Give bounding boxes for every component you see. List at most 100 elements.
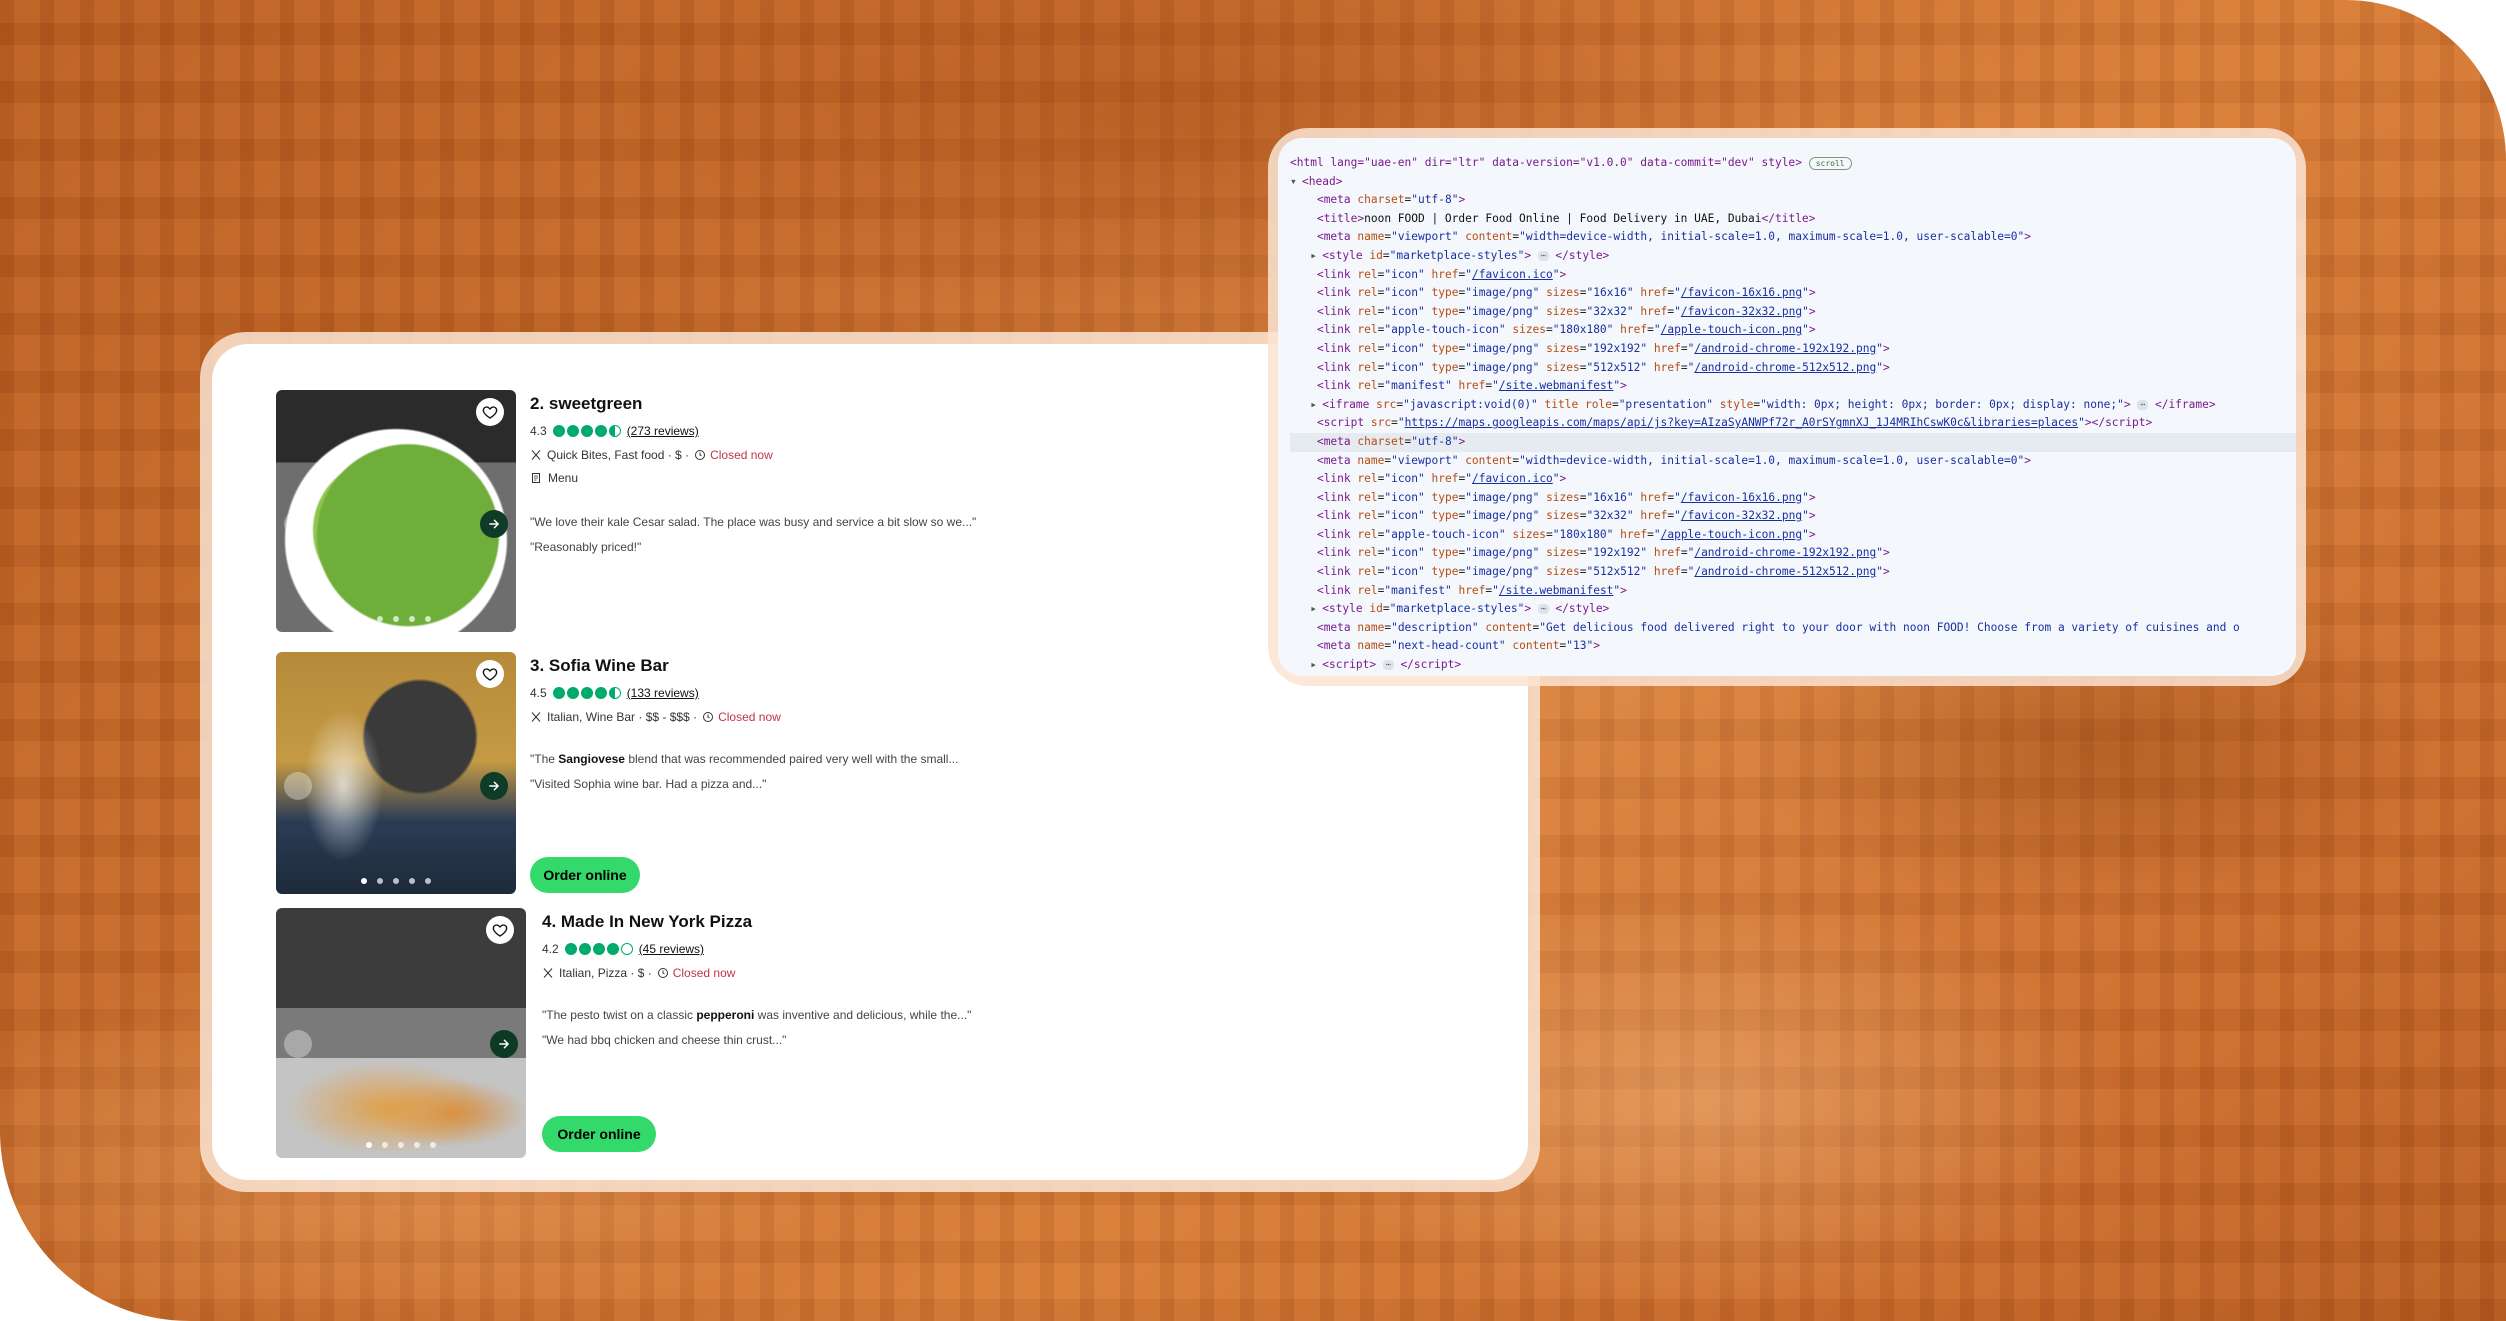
code-line[interactable]: <link rel="manifest" href="/site.webmani… (1290, 377, 2296, 396)
order-online-button[interactable]: Order online (530, 857, 640, 893)
pagination-dot (382, 1142, 388, 1148)
code-line[interactable]: <link rel="icon" href="/favicon.ico"> (1290, 266, 2296, 285)
restaurant-info: 4. Made In New York Pizza 4.2 (45 review… (542, 912, 1302, 1047)
photo-pagination (276, 616, 516, 622)
restaurant-info: 2. sweetgreen 4.3 (273 reviews) Quick Bi… (530, 394, 1290, 554)
code-line[interactable]: <title>noon FOOD | Order Food Online | F… (1290, 210, 2296, 229)
code-line[interactable]: ▸ <iframe src="javascript:void(0)" title … (1290, 396, 2296, 415)
review-quote: "The pesto twist on a classic pepperoni … (542, 1008, 1302, 1022)
previous-photo-icon[interactable] (284, 510, 312, 538)
pagination-dot (409, 616, 415, 622)
clock-icon (657, 968, 668, 978)
restaurant-title[interactable]: 3. Sofia Wine Bar (530, 656, 1290, 676)
code-line[interactable]: <meta charset="utf-8"> (1290, 191, 2296, 210)
code-line[interactable]: <link rel="icon" type="image/png" sizes=… (1290, 340, 2296, 359)
code-line[interactable]: <html lang="uae-en" dir="ltr" data-versi… (1290, 154, 2296, 173)
code-line[interactable]: ▸ <script> ⋯ </script> (1290, 656, 2296, 675)
rating-bubbles (552, 425, 621, 437)
ellipsis-badge[interactable]: ⋯ (1537, 250, 1549, 261)
reviews-link[interactable]: (133 reviews) (627, 686, 699, 700)
meta-row: Quick Bites, Fast food · $ · Closed now (530, 448, 1290, 462)
head-tag: head (1308, 174, 1336, 188)
pagination-dot (361, 878, 367, 884)
previous-photo-icon[interactable] (284, 1030, 312, 1058)
code-line[interactable]: <script src="https://maps.googleapis.com… (1290, 414, 2296, 433)
code-line-highlighted[interactable]: <meta charset="utf-8"> (1290, 432, 2296, 452)
pagination-dot (425, 616, 431, 622)
rating-value: 4.2 (542, 942, 559, 956)
rating-row: 4.2 (45 reviews) (542, 942, 1302, 956)
utensils-icon (531, 450, 541, 460)
code-line[interactable]: ▸ <style id="marketplace-styles"> ⋯ </sty… (1290, 600, 2296, 619)
bubble-icon (580, 687, 593, 699)
previous-photo-icon[interactable] (284, 772, 312, 800)
maps-src-link[interactable]: https://maps.googleapis.com/maps/api/js?… (1405, 416, 2079, 429)
rating-row: 4.3 (273 reviews) (530, 424, 1290, 438)
restaurant-title[interactable]: 4. Made In New York Pizza (542, 912, 1302, 932)
ellipsis-badge[interactable]: ⋯ (1537, 604, 1549, 615)
cuisine-price: Italian, Wine Bar · $$ - $$$ · (547, 710, 698, 724)
meta-row: Italian, Pizza · $ · Closed now (542, 966, 1302, 980)
next-photo-icon[interactable] (480, 510, 508, 538)
utensils-icon (543, 968, 553, 978)
code-line[interactable]: <meta name="viewport" content="width=dev… (1290, 228, 2296, 247)
quote-text: was inventive and delicious, while the..… (754, 1008, 972, 1022)
review-quote: "We love their kale Cesar salad. The pla… (530, 515, 977, 529)
restaurant-photo[interactable] (276, 390, 516, 632)
restaurant-title[interactable]: 2. sweetgreen (530, 394, 1290, 414)
photo-pagination (276, 1142, 526, 1148)
menu-label: Menu (548, 471, 579, 485)
menu-link[interactable]: Menu (530, 471, 1290, 485)
menu-icon (532, 473, 540, 483)
heart-icon[interactable] (476, 660, 504, 688)
restaurant-photo[interactable] (276, 652, 516, 894)
code-line[interactable]: <link rel="manifest" href="/site.webmani… (1290, 582, 2296, 601)
pagination-dot (366, 1142, 372, 1148)
code-line[interactable]: <link rel="icon" type="image/png" sizes=… (1290, 284, 2296, 303)
code-line[interactable]: <link rel="apple-touch-icon" sizes="180x… (1290, 321, 2296, 340)
scroll-badge[interactable]: scroll (1808, 156, 1852, 170)
code-line[interactable]: <link rel="icon" href="/favicon.ico"> (1290, 470, 2296, 489)
code-line[interactable]: <link rel="icon" type="image/png" sizes=… (1290, 544, 2296, 563)
rating-row: 4.5 (133 reviews) (530, 686, 1290, 700)
reviews-link[interactable]: (45 reviews) (639, 942, 704, 956)
html-open-tag: html lang="uae-en" dir="ltr" data-versio… (1296, 156, 1796, 169)
code-line[interactable]: ▸ <style id="marketplace-styles"> ⋯ </sty… (1290, 247, 2296, 266)
pagination-dot (393, 878, 399, 884)
order-online-button[interactable]: Order online (542, 1116, 656, 1152)
cuisine-price: Italian, Pizza · $ · (559, 966, 652, 980)
code-line[interactable]: <link rel="icon" type="image/png" sizes=… (1290, 563, 2296, 582)
code-line[interactable]: <link rel="icon" type="image/png" sizes=… (1290, 489, 2296, 508)
code-line[interactable]: <link rel="icon" type="image/png" sizes=… (1290, 359, 2296, 378)
bubble-icon (608, 425, 621, 437)
code-line[interactable]: <link rel="icon" type="image/png" sizes=… (1290, 303, 2296, 322)
restaurant-info: 3. Sofia Wine Bar 4.5 (133 reviews) Ital… (530, 656, 1290, 791)
next-photo-icon[interactable] (480, 772, 508, 800)
code-line[interactable]: <meta name="viewport" content="width=dev… (1290, 452, 2296, 471)
ellipsis-badge[interactable]: ⋯ (2137, 399, 2149, 410)
review-quote: "We had bbq chicken and cheese thin crus… (542, 1033, 787, 1047)
code-line[interactable]: <meta name="next-head-count" content="13… (1290, 637, 2296, 656)
code-line[interactable]: <link rel="apple-touch-icon" sizes="180x… (1290, 526, 2296, 545)
code-line[interactable]: <link rel="icon" type="image/png" sizes=… (1290, 507, 2296, 526)
next-head-count: 13 (1573, 639, 1587, 653)
next-photo-icon[interactable] (490, 1030, 518, 1058)
status-closed: Closed now (694, 448, 773, 462)
ellipsis-badge[interactable]: ⋯ (1382, 660, 1394, 671)
status-text: Closed now (710, 448, 773, 462)
reviews-link[interactable]: (273 reviews) (627, 424, 699, 438)
pagination-dot (409, 878, 415, 884)
pagination-dot (398, 1142, 404, 1148)
restaurant-photo[interactable] (276, 908, 526, 1158)
pagination-dot (377, 878, 383, 884)
code-line[interactable]: <meta name="description" content="Get de… (1290, 619, 2296, 638)
heart-icon[interactable] (486, 916, 514, 944)
devtools-elements-panel[interactable]: <html lang="uae-en" dir="ltr" data-versi… (1278, 138, 2296, 676)
rating-bubbles (564, 943, 633, 955)
status-closed: Closed now (702, 710, 781, 724)
review-quote: "The Sangiovese blend that was recommend… (530, 752, 1290, 766)
heart-icon[interactable] (476, 398, 504, 426)
pagination-dot (361, 616, 367, 622)
code-line[interactable]: ▾ <head> (1290, 173, 2296, 192)
pagination-dot (425, 878, 431, 884)
